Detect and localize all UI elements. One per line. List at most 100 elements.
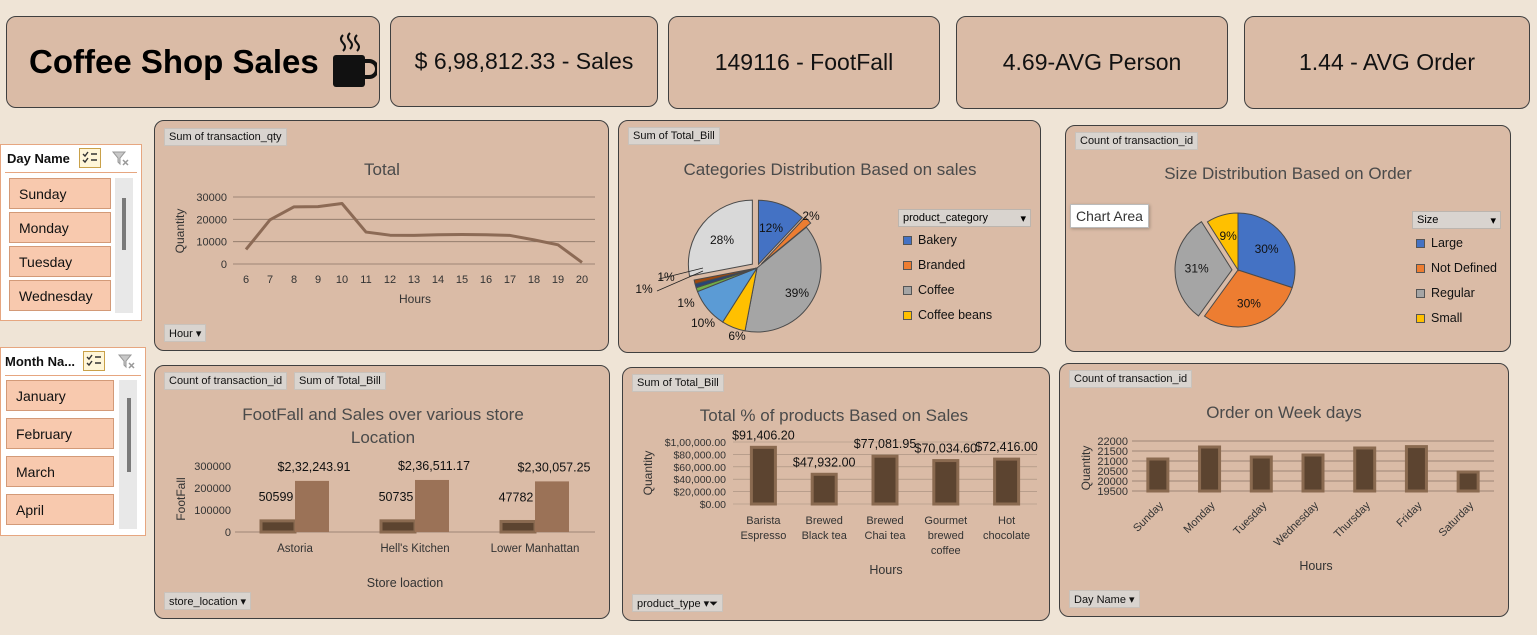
y-tick-label: 22000 xyxy=(1097,436,1128,448)
size-dropdown-label: Size xyxy=(1417,214,1439,226)
kpi-avg-person: 4.69-AVG Person xyxy=(956,16,1228,109)
y-tick-label: $60,000.00 xyxy=(673,462,726,474)
bar-data-label: $2,36,511.17 xyxy=(398,459,470,473)
day-item-tuesday[interactable]: Tuesday xyxy=(9,246,111,277)
series-line xyxy=(244,201,583,264)
day-name-axis-label: Day Name xyxy=(1074,594,1126,606)
store-location-chart[interactable]: Count of transaction_id Sum of Total_Bil… xyxy=(154,365,610,619)
legend-item: Bakery xyxy=(903,233,957,247)
legend-item: Branded xyxy=(903,258,965,272)
pie-data-label: 10% xyxy=(691,316,715,330)
day-item-wednesday[interactable]: Wednesday xyxy=(9,280,111,311)
legend-item: Not Defined xyxy=(1416,261,1497,275)
chart-title: Location xyxy=(351,428,415,447)
chart-title: Total % of products Based on Sales xyxy=(700,406,968,425)
categories-pie-chart[interactable]: Sum of Total_Bill Categories Distributio… xyxy=(618,120,1041,353)
legend-label: Coffee beans xyxy=(918,308,993,322)
x-tick-label: Saturday xyxy=(1437,499,1477,539)
month-item-february[interactable]: February xyxy=(6,418,114,449)
kpi-sales: $ 6,98,812.33 - Sales xyxy=(390,16,658,107)
size-dropdown[interactable]: Size ▾ xyxy=(1412,211,1501,229)
y-tick-label: 0 xyxy=(221,259,227,271)
y-axis-title: FootFall xyxy=(174,477,188,520)
x-tick-label: 15 xyxy=(456,274,468,286)
x-tick-label: Sunday xyxy=(1131,499,1166,534)
bar xyxy=(415,479,449,532)
products-sales-chart[interactable]: Sum of Total_Bill Total % of products Ba… xyxy=(622,367,1050,621)
pie-data-label: 30% xyxy=(1237,297,1261,311)
legend-item: Coffee beans xyxy=(903,308,992,322)
multi-select-icon[interactable] xyxy=(79,148,101,168)
kpi-sales-text: $ 6,98,812.33 - Sales xyxy=(414,48,634,74)
month-item-january[interactable]: January xyxy=(6,380,114,411)
product-type-field-button[interactable]: product_type ▾⏷ xyxy=(632,594,723,612)
x-tick-label: Barista xyxy=(746,515,781,527)
slicer-divider xyxy=(5,172,137,173)
chart-title: FootFall and Sales over various store xyxy=(242,405,524,424)
month-slicer-scrollbar[interactable] xyxy=(119,380,137,529)
chart-title: Size Distribution Based on Order xyxy=(1164,164,1412,183)
x-tick-label: Brewed xyxy=(806,515,843,527)
day-name-slicer[interactable]: Day Name Sunday Monday Tuesday Wednesday xyxy=(0,144,142,321)
bar xyxy=(259,519,297,534)
pie-data-label: 9% xyxy=(1219,229,1237,243)
x-tick-label: Gourmet xyxy=(924,515,967,527)
month-name-slicer[interactable]: Month Na... January February March April xyxy=(0,347,146,536)
hour-axis-field-button[interactable]: Hour ▾ xyxy=(164,324,207,342)
bar-data-label: $70,034.60 xyxy=(915,442,978,456)
bar xyxy=(295,480,329,532)
hourly-quantity-chart[interactable]: Sum of transaction_qty Total 0 10000 20000 3… xyxy=(154,120,609,351)
x-tick-label: 6 xyxy=(243,274,249,286)
bar xyxy=(535,481,569,532)
month-item-march[interactable]: March xyxy=(6,456,114,487)
x-tick-label: Lower Manhattan xyxy=(491,543,580,555)
x-tick-label: 13 xyxy=(408,274,420,286)
stores-bar-svg: FootFall and Sales over various store Loc… xyxy=(174,405,595,590)
bar xyxy=(499,519,537,534)
y-axis-title: Quantity xyxy=(173,209,187,254)
day-name-field-button[interactable]: Day Name ▾ xyxy=(1069,590,1140,608)
pie-data-label: 30% xyxy=(1255,242,1279,256)
clear-filter-icon[interactable] xyxy=(111,150,131,173)
x-tick-label: 8 xyxy=(291,274,297,286)
month-item-april[interactable]: April xyxy=(6,494,114,525)
chart-title: Order on Week days xyxy=(1206,403,1362,422)
store-location-field-button[interactable]: store_location ▾ xyxy=(164,592,252,610)
bar xyxy=(1353,446,1377,493)
y-tick-label: $40,000.00 xyxy=(673,474,726,486)
x-tick-label: 12 xyxy=(384,274,396,286)
day-item-sunday[interactable]: Sunday xyxy=(9,178,111,209)
bar xyxy=(749,445,777,506)
x-axis-title: Hours xyxy=(1299,559,1332,573)
weekday-orders-chart[interactable]: Count of transaction_id Order on Week da… xyxy=(1059,363,1509,617)
filter-icon[interactable]: ▾⏷ xyxy=(704,598,718,610)
x-tick-label: 11 xyxy=(360,274,371,286)
y-tick-label: 200000 xyxy=(194,483,231,495)
x-tick-label: Espresso xyxy=(740,530,786,542)
pie-data-label: 1% xyxy=(677,296,695,310)
bar xyxy=(1249,455,1273,493)
pie-data-label: 28% xyxy=(710,233,734,247)
legend-swatch xyxy=(903,235,912,245)
hour-axis-label: Hour xyxy=(169,328,193,340)
x-tick-label: 9 xyxy=(315,274,321,286)
chart-title: Categories Distribution Based on sales xyxy=(684,160,977,179)
kpi-avg-person-text: 4.69-AVG Person xyxy=(1002,49,1182,75)
chart-title: Total xyxy=(364,160,400,179)
day-slicer-scrollbar[interactable] xyxy=(115,178,133,313)
product-category-dropdown[interactable]: product_category ▾ xyxy=(898,209,1031,227)
kpi-footfall-text: 149116 - FootFall xyxy=(714,49,894,75)
multi-select-icon[interactable] xyxy=(83,351,105,371)
bar-data-label: $2,32,243.91 xyxy=(278,460,351,474)
clear-filter-icon[interactable] xyxy=(117,353,137,376)
x-axis-title: Hours xyxy=(399,292,431,306)
bar-data-label: $47,932.00 xyxy=(793,455,856,469)
bar xyxy=(1198,445,1222,493)
slicer-divider xyxy=(5,375,141,376)
day-item-monday[interactable]: Monday xyxy=(9,212,111,243)
x-tick-label: Black tea xyxy=(802,530,848,542)
x-tick-label: brewed xyxy=(928,530,964,542)
y-axis-title: Quantity xyxy=(1079,446,1093,491)
kpi-avg-order: 1.44 - AVG Order xyxy=(1244,16,1530,109)
size-pie-chart[interactable]: Count of transaction_id Size Distributio… xyxy=(1065,125,1511,352)
